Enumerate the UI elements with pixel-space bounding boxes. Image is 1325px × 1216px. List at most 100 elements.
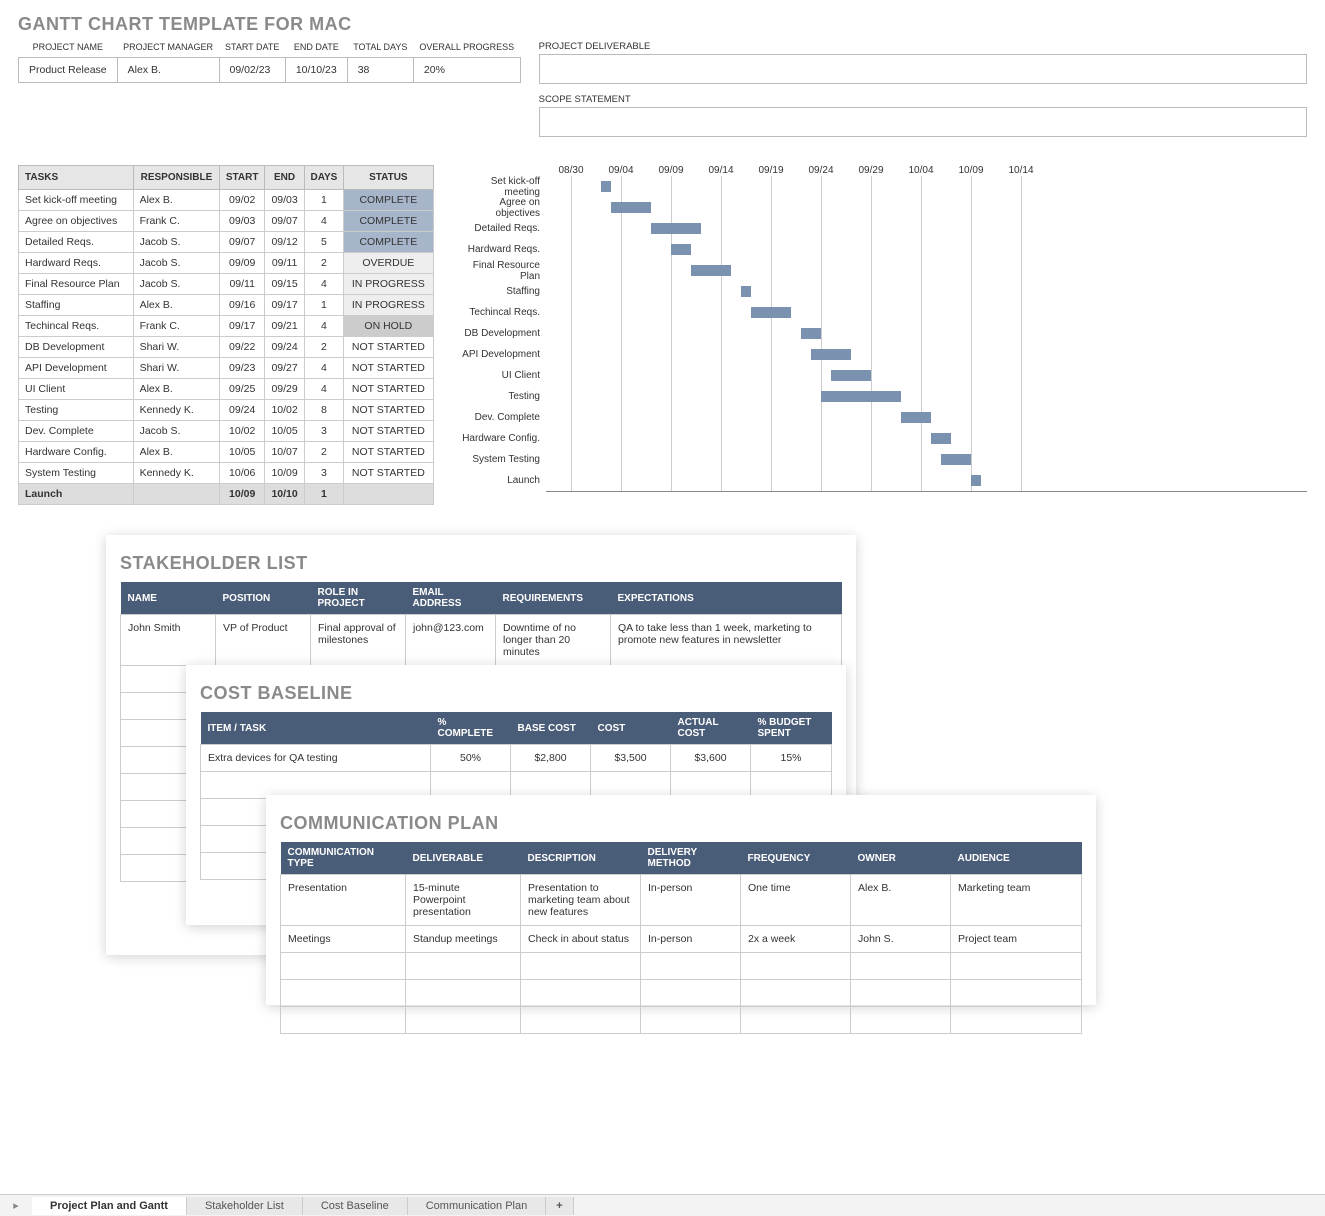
task-cell[interactable]: 09/07 [220,232,265,253]
task-cell[interactable]: 10/09 [265,463,305,484]
cell[interactable]: Standup meetings [406,926,521,953]
task-cell[interactable]: 09/07 [265,211,305,232]
task-cell[interactable]: 4 [305,316,344,337]
task-status[interactable]: NOT STARTED [343,379,433,400]
task-status[interactable]: IN PROGRESS [343,274,433,295]
task-cell[interactable]: 5 [305,232,344,253]
cell[interactable]: John Smith [121,615,216,666]
task-cell[interactable]: 09/11 [265,253,305,274]
task-row[interactable]: API DevelopmentShari W.09/2309/274NOT ST… [19,358,434,379]
task-cell[interactable]: 09/23 [220,358,265,379]
task-status[interactable]: COMPLETE [343,211,433,232]
empty-cell[interactable] [521,1007,641,1034]
cell[interactable]: Marketing team [951,875,1082,926]
task-cell[interactable]: 8 [305,400,344,421]
table-row[interactable]: John SmithVP of ProductFinal approval of… [121,615,842,666]
empty-cell[interactable] [281,1007,406,1034]
empty-cell[interactable] [741,980,851,1007]
empty-cell[interactable] [741,953,851,980]
empty-cell[interactable] [281,953,406,980]
task-row[interactable]: Hardware Config.Alex B.10/0510/072NOT ST… [19,442,434,463]
task-row[interactable]: Detailed Reqs.Jacob S.09/0709/125COMPLET… [19,232,434,253]
cell[interactable]: Presentation to marketing team about new… [521,875,641,926]
meta-start[interactable]: 09/02/23 [219,57,285,82]
task-cell[interactable]: Set kick-off meeting [19,190,134,211]
tab-add-button[interactable]: + [546,1197,573,1215]
task-cell[interactable]: 09/22 [220,337,265,358]
cell[interactable]: 50% [431,745,511,772]
task-cell[interactable]: 10/09 [220,484,265,505]
empty-cell[interactable] [281,980,406,1007]
deliverable-field[interactable] [539,54,1307,84]
task-cell[interactable]: Detailed Reqs. [19,232,134,253]
empty-cell[interactable] [406,980,521,1007]
cell[interactable]: One time [741,875,851,926]
task-row[interactable]: Set kick-off meetingAlex B.09/0209/031CO… [19,190,434,211]
empty-cell[interactable] [851,1007,951,1034]
task-cell[interactable]: 09/17 [265,295,305,316]
task-status[interactable]: COMPLETE [343,190,433,211]
task-cell[interactable]: 10/02 [265,400,305,421]
task-cell[interactable]: Kennedy K. [133,400,220,421]
tab-communication[interactable]: Communication Plan [408,1197,547,1215]
cell[interactable]: QA to take less than 1 week, marketing t… [611,615,842,666]
empty-cell[interactable] [951,953,1082,980]
task-cell[interactable]: Shari W. [133,358,220,379]
cell[interactable]: john@123.com [406,615,496,666]
task-cell[interactable]: API Development [19,358,134,379]
task-cell[interactable]: UI Client [19,379,134,400]
task-row[interactable]: Launch10/0910/101 [19,484,434,505]
task-row[interactable]: Dev. CompleteJacob S.10/0210/053NOT STAR… [19,421,434,442]
task-status[interactable]: COMPLETE [343,232,433,253]
task-cell[interactable]: 10/06 [220,463,265,484]
task-row[interactable]: StaffingAlex B.09/1609/171IN PROGRESS [19,295,434,316]
empty-cell[interactable] [851,980,951,1007]
empty-cell[interactable] [406,1007,521,1034]
task-cell[interactable]: 3 [305,463,344,484]
task-status[interactable]: NOT STARTED [343,400,433,421]
task-cell[interactable]: 09/24 [265,337,305,358]
task-cell[interactable]: Alex B. [133,190,220,211]
meta-progress[interactable]: 20% [413,57,520,82]
cell[interactable]: Alex B. [851,875,951,926]
task-cell[interactable]: 09/11 [220,274,265,295]
cell[interactable]: 15-minute Powerpoint presentation [406,875,521,926]
cell[interactable]: Check in about status [521,926,641,953]
empty-cell[interactable] [406,953,521,980]
task-cell[interactable]: 09/02 [220,190,265,211]
task-status[interactable]: NOT STARTED [343,421,433,442]
task-cell[interactable]: 10/10 [265,484,305,505]
meta-manager[interactable]: Alex B. [117,57,219,82]
task-cell[interactable]: 4 [305,274,344,295]
task-cell[interactable]: 09/24 [220,400,265,421]
task-cell[interactable]: 1 [305,484,344,505]
task-row[interactable]: TestingKennedy K.09/2410/028NOT STARTED [19,400,434,421]
task-cell[interactable]: 09/03 [265,190,305,211]
task-row[interactable]: Agree on objectivesFrank C.09/0309/074CO… [19,211,434,232]
cell[interactable]: 2x a week [741,926,851,953]
table-row[interactable]: Extra devices for QA testing50%$2,800$3,… [201,745,832,772]
cell[interactable]: $3,600 [671,745,751,772]
cell[interactable]: $2,800 [511,745,591,772]
comm-table[interactable]: COMMUNICATION TYPE DELIVERABLE DESCRIPTI… [280,842,1082,1034]
task-cell[interactable]: 09/15 [265,274,305,295]
empty-cell[interactable] [641,980,741,1007]
task-cell[interactable]: Frank C. [133,211,220,232]
task-cell[interactable]: 10/05 [220,442,265,463]
meta-days[interactable]: 38 [347,57,413,82]
meta-end[interactable]: 10/10/23 [285,57,347,82]
task-cell[interactable]: Jacob S. [133,253,220,274]
task-cell[interactable]: Hardward Reqs. [19,253,134,274]
task-status[interactable]: NOT STARTED [343,337,433,358]
task-cell[interactable]: 2 [305,253,344,274]
cell[interactable]: In-person [641,875,741,926]
task-status[interactable]: OVERDUE [343,253,433,274]
cell[interactable]: Final approval of milestones [311,615,406,666]
task-cell[interactable]: 09/09 [220,253,265,274]
task-cell[interactable]: Techincal Reqs. [19,316,134,337]
task-cell[interactable]: Jacob S. [133,232,220,253]
tab-stakeholder[interactable]: Stakeholder List [187,1197,303,1215]
task-cell[interactable]: Dev. Complete [19,421,134,442]
tab-project-plan[interactable]: Project Plan and Gantt [32,1197,187,1215]
task-cell[interactable]: Shari W. [133,337,220,358]
